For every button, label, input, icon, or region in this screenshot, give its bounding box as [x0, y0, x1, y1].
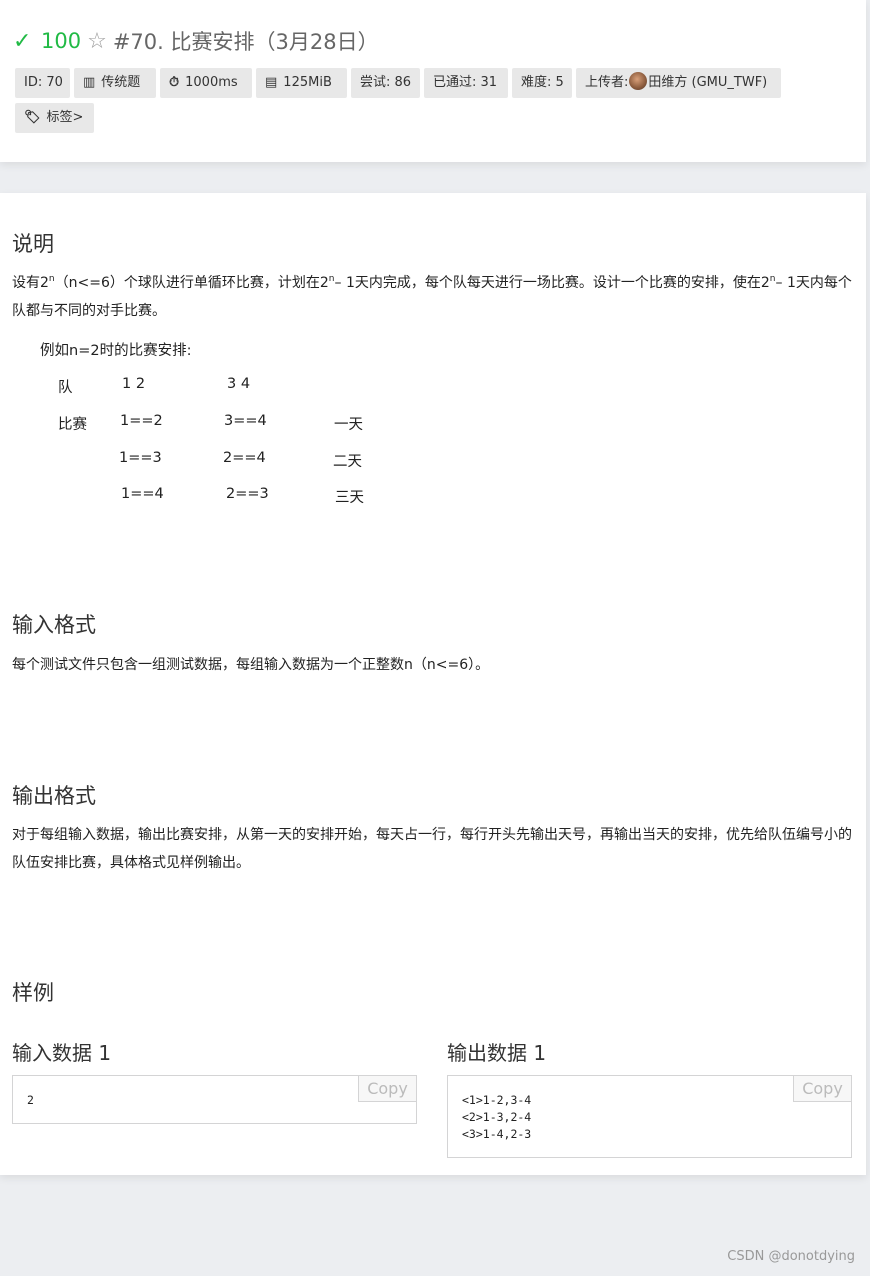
table-cell: 2==3: [226, 486, 269, 502]
copy-output-button[interactable]: Copy: [793, 1076, 851, 1102]
label-id: ID: 70: [15, 68, 70, 98]
table-cell: 1==2: [120, 413, 163, 429]
label-uploader[interactable]: 上传者: 田维方 (GMU_TWF): [576, 68, 781, 98]
label-attempts: 尝试: 86: [351, 68, 420, 98]
table-cell: 2==4: [223, 450, 266, 466]
book-icon: ▥: [83, 75, 96, 90]
sample-input-code: 2: [27, 1093, 34, 1107]
sample-input-box[interactable]: 2 Copy: [12, 1075, 417, 1124]
stopwatch-icon: ⏱: [169, 75, 180, 90]
table-cell: 三天: [335, 490, 364, 506]
label-memory-limit: ▤ 125MiB: [256, 68, 347, 98]
sample-output-box[interactable]: <1>1-2,3-4 <2>1-3,2-4 <3>1-4,2-3 Copy: [447, 1075, 852, 1158]
label-type: ▥ 传统题: [74, 68, 156, 98]
title-row: ✓ 100 ☆ #70. 比赛安排（3月28日）: [13, 26, 379, 56]
table-cell: 队: [58, 380, 73, 396]
copy-input-button[interactable]: Copy: [358, 1076, 416, 1102]
tag-icon: 🏷: [24, 110, 41, 125]
sample-output-code: <1>1-2,3-4 <2>1-3,2-4 <3>1-4,2-3: [462, 1093, 532, 1141]
table-cell: 1==3: [119, 450, 162, 466]
description-text: 设有2n（n<=6）个球队进行单循环比赛，计划在2n– 1天内完成，每个队每天进…: [12, 274, 852, 320]
table-cell: 3 4: [227, 376, 251, 392]
accepted-check-icon: ✓: [13, 28, 32, 54]
memory-icon: ▤: [265, 75, 278, 90]
favorite-star-icon[interactable]: ☆: [87, 29, 107, 54]
csdn-watermark: CSDN @donotdying: [727, 1249, 855, 1264]
input-format-heading: 输入格式: [12, 613, 96, 637]
table-cell: 一天: [334, 417, 363, 433]
sample-input-title: 输入数据 1: [12, 1041, 112, 1065]
label-passed: 已通过: 31: [424, 68, 508, 98]
score: 100: [41, 29, 82, 53]
table-cell: 1 2: [122, 376, 146, 392]
table-cell: 二天: [333, 454, 362, 470]
sample-output-title: 输出数据 1: [447, 1041, 547, 1065]
samples-heading: 样例: [12, 981, 54, 1005]
label-time-limit: ⏱ 1000ms: [160, 68, 252, 98]
output-format-text: 对于每组输入数据，输出比赛安排，从第一天的安排开始，每天占一行，每行开头先输出天…: [12, 827, 852, 871]
table-cell: 比赛: [58, 417, 87, 433]
table-cell: 3==4: [224, 413, 267, 429]
table-cell: 1==4: [121, 486, 164, 502]
problem-content-card: 说明 设有2n（n<=6）个球队进行单循环比赛，计划在2n– 1天内完成，每个队…: [0, 193, 866, 1175]
example-intro: 例如n=2时的比赛安排:: [40, 343, 192, 359]
problem-title: #70. 比赛安排（3月28日）: [112, 30, 379, 54]
output-format-heading: 输出格式: [12, 784, 96, 808]
uploader-avatar: [629, 72, 648, 90]
label-tags[interactable]: 🏷 标签>: [15, 103, 94, 133]
input-format-text: 每个测试文件只包含一组测试数据，每组输入数据为一个正整数n（n<=6）。: [12, 657, 490, 673]
problem-header-card: ✓ 100 ☆ #70. 比赛安排（3月28日） ID: 70 ▥ 传统题 ⏱ 10…: [0, 0, 866, 162]
description-heading: 说明: [12, 232, 54, 256]
label-difficulty: 难度: 5: [512, 68, 572, 98]
